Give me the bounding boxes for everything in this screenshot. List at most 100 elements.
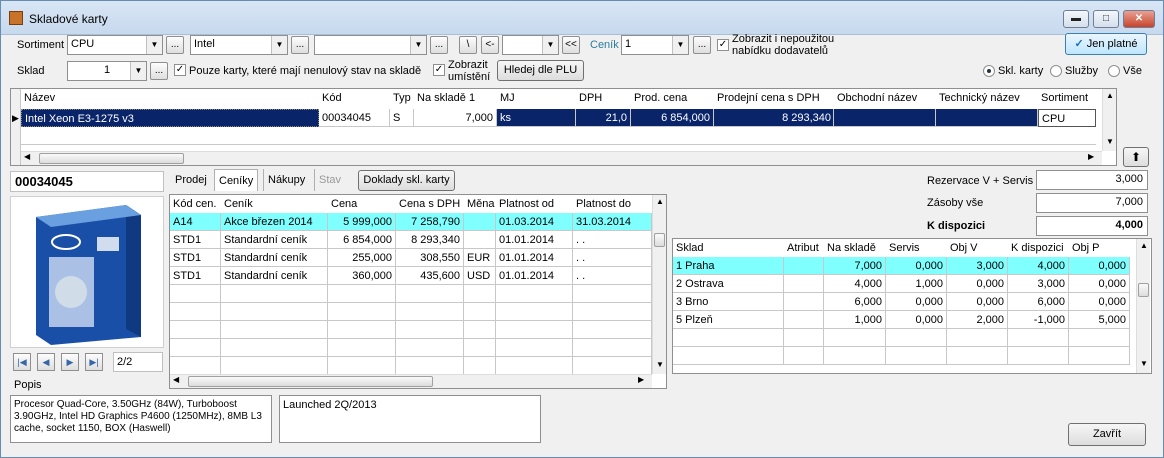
close-window-button[interactable]: ✕ [1123, 10, 1155, 28]
header-platnost-od[interactable]: Platnost od [496, 195, 555, 213]
cenik-browse-button[interactable]: ... [693, 36, 711, 54]
tab-stav[interactable]: Stav [314, 169, 345, 191]
doklady-button[interactable]: Doklady skl. karty [358, 170, 455, 191]
radio-skl-karty[interactable] [983, 65, 995, 77]
header-mena[interactable]: Měna [464, 195, 495, 213]
scroll-thumb[interactable] [188, 376, 433, 387]
header-na-sklade[interactable]: Na skladě [824, 239, 876, 257]
price-grid-vscroll[interactable]: ▲ ▼ [652, 195, 666, 374]
cell-obchodni-nazev [834, 109, 936, 127]
price-cell [573, 285, 652, 303]
price-cell [496, 357, 573, 375]
stock-grid[interactable]: Sklad Atribut Na skladě Servis Obj V K d… [672, 238, 1152, 374]
minimize-button[interactable]: ▬ [1063, 10, 1089, 28]
third-filter-combo[interactable]: ▼ [314, 35, 427, 55]
price-cell [170, 357, 221, 375]
last-record-button[interactable]: ▶| [85, 353, 103, 371]
show-unused-checkbox[interactable]: ✓ [717, 39, 729, 51]
header-cena-s-dph[interactable]: Cena s DPH [396, 195, 461, 213]
price-cell [496, 285, 573, 303]
scroll-thumb[interactable] [1138, 283, 1149, 297]
next-record-button[interactable]: ▶ [61, 353, 79, 371]
header-kod-cen[interactable]: Kód cen. [170, 195, 217, 213]
sortiment-combo[interactable]: CPU ▼ [67, 35, 163, 55]
price-cell: . . [573, 249, 652, 267]
cell-cena-dph: 8 293,340 [714, 109, 834, 127]
nonzero-checkbox[interactable]: ✓ [174, 64, 186, 76]
back-button[interactable]: \ [459, 36, 477, 54]
price-cell [464, 303, 496, 321]
stock-value: 7,000 [1036, 193, 1148, 213]
move-up-button[interactable]: ⬆ [1123, 147, 1149, 167]
stock-cell [673, 329, 784, 347]
only-valid-button[interactable]: ✓ Jen platné [1065, 33, 1147, 55]
first-record-button[interactable]: |◀ [13, 353, 31, 371]
header-typ[interactable]: Typ [390, 89, 411, 107]
header-servis[interactable]: Servis [886, 239, 920, 257]
stock-grid-vscroll[interactable]: ▲ ▼ [1136, 239, 1150, 373]
header-cena-dph[interactable]: Prodejní cena s DPH [714, 89, 820, 107]
tab-nakupy[interactable]: Nákupy [263, 169, 309, 191]
brand-combo[interactable]: Intel ▼ [190, 35, 288, 55]
scroll-thumb[interactable] [39, 153, 184, 164]
header-obchodni-nazev[interactable]: Obchodní název [834, 89, 918, 107]
header-na-sklade[interactable]: Na skladě 1 [414, 89, 476, 107]
price-cell: 255,000 [328, 249, 396, 267]
price-cell [221, 339, 328, 357]
show-location-checkbox[interactable]: ✓ [433, 64, 445, 76]
price-cell [221, 321, 328, 339]
scroll-thumb[interactable] [654, 233, 665, 247]
price-cell [573, 321, 652, 339]
radio-sluzby[interactable] [1050, 65, 1062, 77]
sklad-combo[interactable]: 1 ▼ [67, 61, 147, 81]
header-mj[interactable]: MJ [497, 89, 515, 107]
header-cena[interactable]: Cena [328, 195, 358, 213]
scroll-down-icon: ▼ [656, 360, 664, 369]
close-button[interactable]: Zavřít [1068, 423, 1146, 446]
reservation-value: 3,000 [1036, 170, 1148, 190]
sklad-browse-button[interactable]: ... [150, 62, 168, 80]
cenik-combo[interactable]: 1 ▼ [621, 35, 689, 55]
header-dph[interactable]: DPH [576, 89, 603, 107]
header-k-dispozici[interactable]: K dispozici [1008, 239, 1064, 257]
note-memo[interactable]: Launched 2Q/2013 [279, 395, 541, 443]
header-prod-cena[interactable]: Prod. cena [631, 89, 688, 107]
radio-vse[interactable] [1108, 65, 1120, 77]
header-sortiment[interactable]: Sortiment [1038, 89, 1089, 107]
search-plu-button[interactable]: Hledej dle PLU [497, 60, 584, 81]
price-cell: Standardní ceník [221, 267, 328, 285]
third-filter-browse-button[interactable]: ... [430, 36, 448, 54]
price-cell: STD1 [170, 267, 221, 285]
main-grid-vscroll[interactable]: ▲ ▼ [1102, 89, 1116, 151]
first-button[interactable]: << [562, 36, 580, 54]
tab-prodej[interactable]: Prodej [171, 169, 211, 191]
stock-cell: 3,000 [1008, 275, 1069, 293]
header-atribut[interactable]: Atribut [784, 239, 819, 257]
scroll-left-icon: ◀ [24, 152, 31, 161]
sortiment-label: Sortiment [17, 39, 65, 51]
maximize-button[interactable]: □ [1093, 10, 1119, 28]
brand-browse-button[interactable]: ... [291, 36, 309, 54]
price-grid[interactable]: Kód cen. Ceník Cena Cena s DPH Měna Plat… [169, 194, 667, 389]
price-cell: Standardní ceník [221, 231, 328, 249]
price-cell: 6 854,000 [328, 231, 396, 249]
header-cenik[interactable]: Ceník [221, 195, 253, 213]
tab-ceniky[interactable]: Ceníky [214, 169, 259, 191]
description-memo[interactable]: Procesor Quad-Core, 3.50GHz (84W), Turbo… [10, 395, 272, 443]
sortiment-browse-button[interactable]: ... [166, 36, 184, 54]
main-grid-hscroll[interactable]: ◀ ▶ [21, 151, 1102, 165]
prev-button[interactable]: <- [481, 36, 499, 54]
header-sklad[interactable]: Sklad [673, 239, 704, 257]
header-platnost-do[interactable]: Platnost do [573, 195, 632, 213]
prev-icon: ◀ [42, 357, 50, 367]
header-obj-v[interactable]: Obj V [947, 239, 978, 257]
header-obj-p[interactable]: Obj P [1069, 239, 1100, 257]
cards-grid[interactable]: ▶ Název Kód Typ Na skladě 1 MJ DPH Prod.… [10, 88, 1117, 166]
header-technicky-nazev[interactable]: Technický název [936, 89, 1020, 107]
header-nazev[interactable]: Název [21, 89, 56, 107]
history-combo[interactable]: ▼ [502, 35, 559, 55]
price-cell [328, 339, 396, 357]
header-kod[interactable]: Kód [319, 89, 342, 107]
price-grid-hscroll[interactable]: ◀ ▶ [170, 374, 652, 388]
prev-record-button[interactable]: ◀ [37, 353, 55, 371]
